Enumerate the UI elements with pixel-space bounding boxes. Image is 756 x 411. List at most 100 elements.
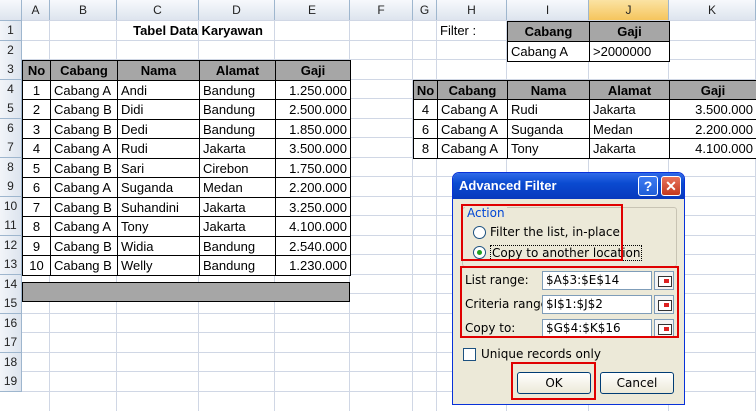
main-cell[interactable]: Jakarta [199,216,276,237]
result-cell[interactable]: Cabang A [437,118,508,140]
criteria-value[interactable]: >2000000 [589,40,670,62]
result-cell[interactable]: 3.500.000 [669,99,756,120]
main-header-gaji[interactable]: Gaji [275,60,351,81]
main-cell[interactable]: Cirebon [199,157,276,179]
result-cell[interactable]: Cabang A [437,99,508,120]
unique-records-checkbox[interactable] [463,348,476,361]
main-header-alamat[interactable]: Alamat [199,60,276,81]
criteria-value[interactable]: Cabang A [507,40,590,62]
main-cell[interactable]: Cabang B [50,157,118,179]
main-cell[interactable]: Bandung [199,118,276,140]
result-cell[interactable]: 4 [413,99,438,120]
column-header-e[interactable]: E [275,0,350,21]
cancel-button[interactable]: Cancel [600,372,674,394]
main-cell[interactable]: Andi [117,79,200,101]
column-header-j[interactable]: J [589,0,669,21]
result-cell[interactable]: 4.100.000 [669,138,756,159]
main-cell[interactable]: Cabang A [50,79,118,101]
main-header-no[interactable]: No [22,60,51,81]
row-header-16[interactable]: 16 [0,313,22,334]
main-cell[interactable]: 4.100.000 [275,216,351,237]
column-header-d[interactable]: D [199,0,275,21]
result-cell[interactable]: Jakarta [589,99,670,120]
column-header-i[interactable]: I [507,0,589,21]
result-cell[interactable]: Rudi [507,99,590,120]
result-header-gaji[interactable]: Gaji [669,79,756,101]
dialog-titlebar[interactable]: Advanced Filter ? ✕ [453,173,684,199]
row-header-10[interactable]: 10 [0,196,22,217]
main-cell[interactable]: 9 [22,235,51,257]
row-header-15[interactable]: 15 [0,294,22,314]
main-cell[interactable]: 1.750.000 [275,157,351,179]
main-table-empty-row[interactable] [22,282,350,302]
result-cell[interactable]: 8 [413,138,438,159]
main-cell[interactable]: 3.500.000 [275,138,351,159]
main-cell[interactable]: Cabang B [50,235,118,257]
main-cell[interactable]: Sari [117,157,200,179]
main-header-cabang[interactable]: Cabang [50,60,118,81]
main-cell[interactable]: Cabang B [50,255,118,276]
main-cell[interactable]: 8 [22,216,51,237]
row-header-12[interactable]: 12 [0,235,22,256]
main-cell[interactable]: 2.200.000 [275,177,351,198]
help-icon[interactable]: ? [638,176,658,196]
column-header-a[interactable]: A [22,0,50,21]
main-cell[interactable]: Widia [117,235,200,257]
criteria-header-cabang[interactable]: Cabang [507,21,590,42]
main-cell[interactable]: Cabang A [50,216,118,237]
result-header-alamat[interactable]: Alamat [589,79,670,101]
result-cell[interactable]: Jakarta [589,138,670,159]
main-cell[interactable]: Cabang A [50,138,118,159]
main-cell[interactable]: 10 [22,255,51,276]
main-cell[interactable]: Jakarta [199,196,276,218]
main-cell[interactable]: Didi [117,99,200,120]
column-header-k[interactable]: K [669,0,756,21]
main-cell[interactable]: Bandung [199,79,276,101]
main-cell[interactable]: 1.250.000 [275,79,351,101]
result-cell[interactable]: 2.200.000 [669,118,756,140]
result-header-nama[interactable]: Nama [507,79,590,101]
result-cell[interactable]: Tony [507,138,590,159]
row-header-19[interactable]: 19 [0,372,22,392]
row-header-14[interactable]: 14 [0,274,22,295]
main-cell[interactable]: Rudi [117,138,200,159]
result-cell[interactable]: 6 [413,118,438,140]
main-header-nama[interactable]: Nama [117,60,200,81]
result-header-no[interactable]: No [413,79,438,101]
main-cell[interactable]: Cabang A [50,177,118,198]
row-header-11[interactable]: 11 [0,216,22,236]
row-header-7[interactable]: 7 [0,138,22,158]
main-cell[interactable]: Cabang B [50,118,118,140]
row-header-6[interactable]: 6 [0,118,22,139]
main-cell[interactable]: 2.500.000 [275,99,351,120]
row-header-1[interactable]: 1 [0,21,22,41]
row-header-18[interactable]: 18 [0,352,22,373]
main-cell[interactable]: 5 [22,157,51,179]
row-header-9[interactable]: 9 [0,177,22,197]
column-header-g[interactable]: G [413,0,437,21]
row-header-17[interactable]: 17 [0,333,22,353]
main-cell[interactable]: Dedi [117,118,200,140]
main-cell[interactable]: 4 [22,138,51,159]
result-cell[interactable]: Suganda [507,118,590,140]
main-cell[interactable]: Bandung [199,255,276,276]
row-header-4[interactable]: 4 [0,79,22,100]
result-cell[interactable]: Medan [589,118,670,140]
main-cell[interactable]: 2 [22,99,51,120]
column-header-b[interactable]: B [50,0,117,21]
row-header-8[interactable]: 8 [0,157,22,178]
close-icon[interactable]: ✕ [661,176,681,196]
main-cell[interactable]: Welly [117,255,200,276]
main-cell[interactable]: Medan [199,177,276,198]
result-header-cabang[interactable]: Cabang [437,79,508,101]
main-cell[interactable]: 1 [22,79,51,101]
row-header-5[interactable]: 5 [0,99,22,119]
main-cell[interactable]: Bandung [199,235,276,257]
unique-records-label[interactable]: Unique records only [481,347,601,361]
column-header-c[interactable]: C [117,0,199,21]
main-cell[interactable]: Cabang B [50,99,118,120]
result-cell[interactable]: Cabang A [437,138,508,159]
main-cell[interactable]: 2.540.000 [275,235,351,257]
main-cell[interactable]: Cabang B [50,196,118,218]
main-cell[interactable]: Tony [117,216,200,237]
